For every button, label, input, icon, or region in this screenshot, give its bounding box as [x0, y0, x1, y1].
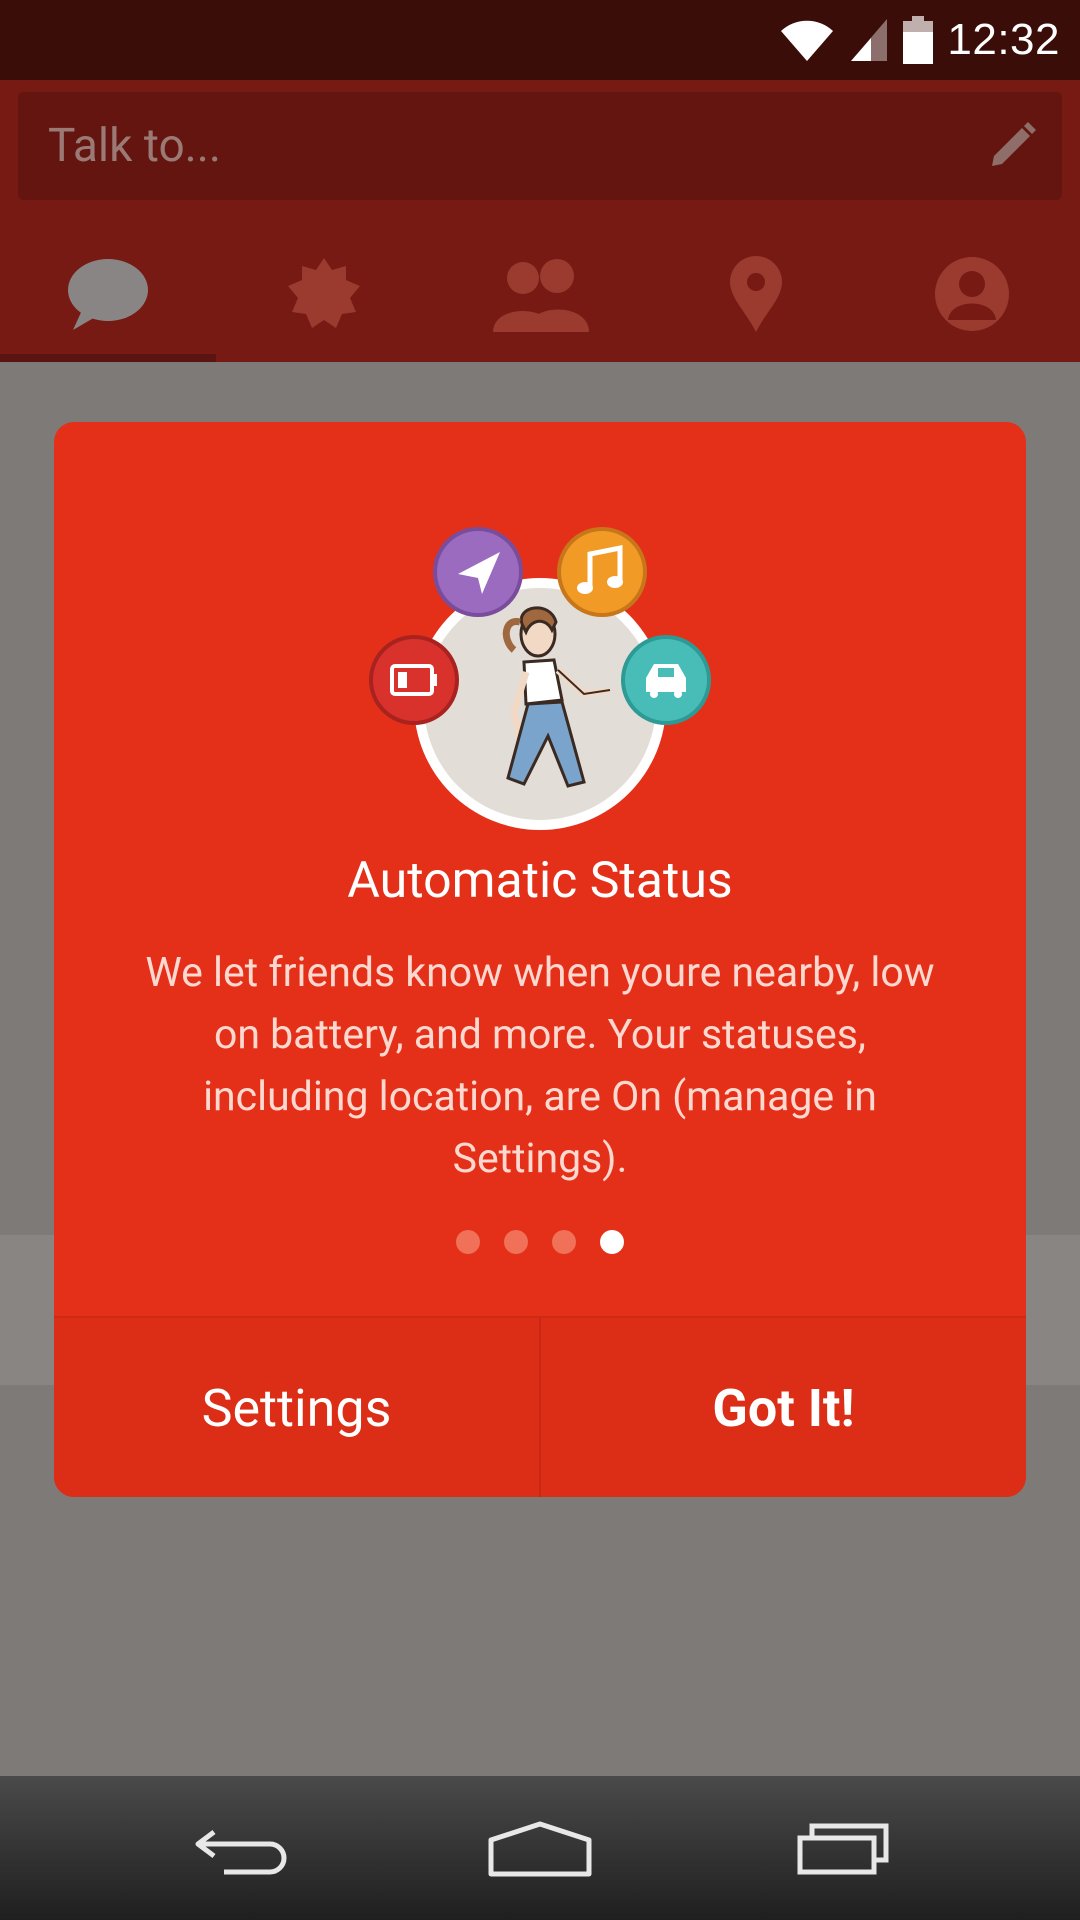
automatic-status-dialog: Automatic Status We let friends know whe… [54, 422, 1026, 1497]
music-note-badge [557, 527, 647, 617]
people-icon [493, 259, 589, 332]
wifi-icon [781, 20, 834, 61]
chat-bubble-icon [68, 259, 148, 330]
dialog-actions: Settings Got It! [54, 1316, 1026, 1497]
tab-friends[interactable] [432, 244, 648, 344]
page-dot [504, 1230, 528, 1254]
page-dot [456, 1230, 480, 1254]
clock: 12:32 [947, 15, 1060, 64]
home-button[interactable] [460, 1798, 620, 1898]
dialog-title: Automatic Status [347, 852, 733, 910]
tab-notifications[interactable] [216, 244, 432, 344]
tab-profile[interactable] [864, 244, 1080, 344]
search-placeholder: Talk to... [48, 119, 222, 173]
battery-badge [369, 635, 459, 725]
location-pin-icon [730, 256, 782, 332]
status-bar: 12:32 [0, 0, 1080, 80]
status-icons: 12:32 [779, 10, 1060, 70]
system-navigation-bar [0, 1776, 1080, 1920]
settings-button[interactable]: Settings [54, 1318, 539, 1497]
back-icon [195, 1830, 287, 1875]
tab-messages[interactable] [0, 244, 216, 344]
tab-bar [0, 232, 1080, 362]
back-button[interactable] [160, 1798, 320, 1898]
page-dot [552, 1230, 576, 1254]
talk-to-search-bar[interactable]: Talk to... [18, 92, 1062, 200]
home-icon [488, 1821, 592, 1877]
badge-icon [288, 258, 360, 328]
navigation-arrow-badge [433, 527, 523, 617]
battery-icon [903, 16, 934, 64]
cell-signal-icon [851, 19, 888, 61]
app-header: 12:32 Talk to... [0, 0, 1080, 362]
automatic-status-illustration [369, 527, 711, 830]
tab-places[interactable] [648, 244, 864, 344]
pencil-icon[interactable] [984, 118, 1040, 174]
recents-icon [797, 1823, 889, 1875]
got-it-button[interactable]: Got It! [541, 1318, 1026, 1497]
recents-button[interactable] [762, 1798, 922, 1898]
dialog-body: We let friends know when youre nearby, l… [145, 949, 935, 1183]
tab-indicator [0, 354, 216, 362]
car-badge [621, 635, 711, 725]
page-indicator [54, 1230, 1026, 1254]
profile-icon [935, 257, 1009, 331]
page-dot-active [600, 1230, 624, 1254]
